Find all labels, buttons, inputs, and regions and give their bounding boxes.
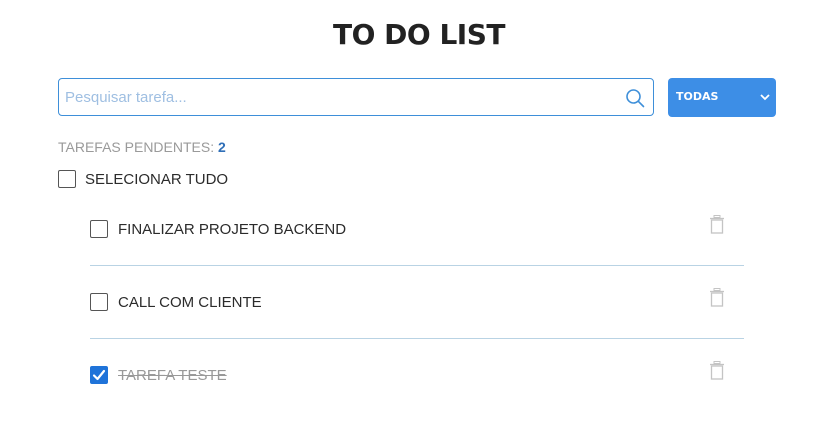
filter-selected-value: TODAS	[676, 90, 719, 103]
task-checkbox[interactable]	[90, 293, 108, 311]
task-label: CALL COM CLIENTE	[118, 294, 262, 311]
task-checkbox[interactable]	[90, 366, 108, 384]
chevron-down-icon	[760, 94, 770, 101]
search-input[interactable]	[59, 79, 619, 115]
trash-icon[interactable]	[709, 288, 725, 307]
pending-count: 2	[218, 139, 226, 155]
pending-label: TAREFAS PENDENTES:	[58, 139, 215, 155]
filter-select[interactable]: TODAS	[668, 78, 776, 117]
search-box[interactable]	[58, 78, 654, 116]
pending-counter: TAREFAS PENDENTES: 2	[58, 139, 226, 155]
task-checkbox[interactable]	[90, 220, 108, 238]
checkmark-icon	[92, 369, 106, 381]
task-divider	[90, 338, 744, 339]
task-divider	[90, 265, 744, 266]
task-label: FINALIZAR PROJETO BACKEND	[118, 221, 347, 238]
task-label: TAREFA TESTE	[118, 367, 227, 384]
page-title: TO DO LIST	[333, 18, 505, 51]
select-all-label: SELECIONAR TUDO	[85, 171, 229, 188]
trash-icon[interactable]	[709, 361, 725, 380]
trash-icon[interactable]	[709, 215, 725, 234]
select-all-checkbox[interactable]	[58, 170, 76, 188]
search-icon[interactable]	[625, 88, 645, 108]
